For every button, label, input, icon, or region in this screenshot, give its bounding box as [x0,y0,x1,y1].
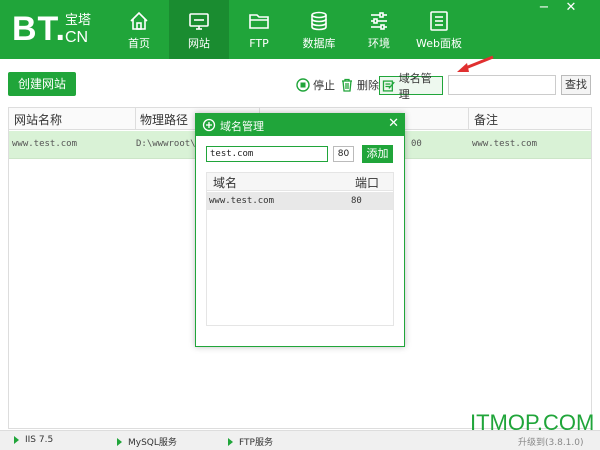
cell-port: 80 [351,196,362,206]
nav-item-database[interactable]: 数据库 [289,0,349,59]
add-domain-button[interactable]: 添加 [362,145,393,163]
service-label: MySQL服务 [128,438,177,448]
service-label: IIS 7.5 [25,435,54,445]
col-path: 物理路径 [140,113,189,127]
dialog-title: 域名管理 [220,120,264,133]
search-input[interactable] [448,75,556,95]
status-bar: IIS 7.5 MySQL服务 FTP服务 升级到(3.8.1.0) [0,430,600,450]
nav-label: 数据库 [302,37,336,50]
stop-icon [296,78,310,92]
cell-note: www.test.com [472,139,538,149]
service-iis[interactable]: IIS 7.5 [14,435,53,445]
logo-cn-bottom: CN [65,29,89,46]
logo-cn-top: 宝塔 [65,13,92,28]
nav-label: 网站 [188,37,210,50]
home-icon [130,11,148,30]
nav-item-environment[interactable]: 环境 [349,0,409,59]
cell-domain: www.test.com [209,196,275,206]
list-item[interactable]: www.test.com 80 [207,192,393,210]
minimize-button[interactable]: − [533,0,555,18]
trash-icon [342,78,352,92]
cell-site-name: www.test.com [12,139,78,149]
port-input[interactable]: 80 [333,146,354,162]
col-note: 备注 [474,113,499,127]
domain-manage-button[interactable]: 域名管理 [379,72,443,101]
service-ftp[interactable]: FTP服务 [228,435,273,448]
sliders-icon [371,12,387,30]
cell-path: D:\wwwroot\ [136,139,196,149]
nav-label: 环境 [368,37,390,50]
edit-icon [382,79,395,92]
monitor-icon [189,13,209,30]
nav-label: FTP [249,37,269,50]
stop-label: 停止 [313,79,335,92]
domain-manage-dialog: 域名管理 ✕ test.com 80 添加 域名 端口 www.test.com… [195,113,405,347]
header: BT. 宝塔 CN 首页 网站 FTP 数据库 环境 Web面板 − ✕ [0,0,600,59]
column-divider[interactable] [468,108,469,130]
annotation-arrow-icon [457,55,494,72]
play-icon [117,437,122,446]
add-circle-icon [202,118,216,132]
nav-item-ftp[interactable]: FTP [229,0,289,59]
nav-label: Web面板 [416,37,462,50]
domain-manage-label: 域名管理 [398,71,432,101]
dialog-titlebar: 域名管理 ✕ [196,114,404,136]
domain-list: 域名 端口 www.test.com 80 [206,172,394,326]
database-icon [311,11,327,31]
delete-button[interactable]: 删除 [340,76,379,94]
stop-button[interactable]: 停止 [296,76,335,94]
service-label: FTP服务 [239,438,273,448]
cell-extra: 00 [411,139,422,149]
list-icon [430,11,448,31]
delete-label: 删除 [357,79,379,92]
dialog-close-button[interactable]: ✕ [388,117,399,131]
column-divider[interactable] [135,108,136,130]
play-icon [228,437,233,446]
close-window-button[interactable]: ✕ [560,0,582,18]
upgrade-link[interactable]: 升级到(3.8.1.0) [518,435,584,448]
main-nav: 首页 网站 FTP 数据库 环境 Web面板 [109,0,469,59]
domain-list-header: 域名 端口 [207,173,393,191]
col-port: 端口 [355,176,380,190]
create-website-button[interactable]: 创建网站 [8,72,76,96]
folder-icon [249,14,269,29]
col-site-name: 网站名称 [14,113,63,127]
nav-item-home[interactable]: 首页 [109,0,169,59]
nav-label: 首页 [128,37,150,50]
nav-item-website[interactable]: 网站 [169,0,229,59]
nav-item-web-panel[interactable]: Web面板 [409,0,469,59]
domain-input[interactable]: test.com [206,146,328,162]
play-icon [14,436,19,444]
service-mysql[interactable]: MySQL服务 [117,435,177,448]
logo-bt: BT. [12,10,66,48]
search-button[interactable]: 查找 [561,75,591,95]
col-domain: 域名 [213,176,238,190]
